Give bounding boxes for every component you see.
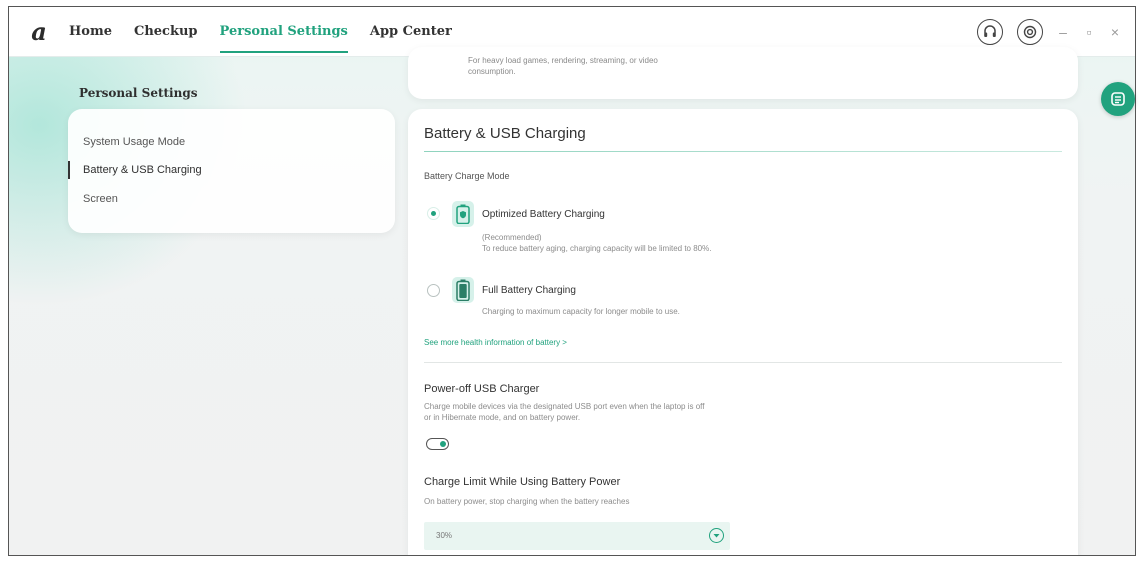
sidebar-item-battery-usb-charging[interactable]: Battery & USB Charging <box>83 164 202 176</box>
sidebar-item-screen[interactable]: Screen <box>83 193 118 205</box>
full-charging-radio[interactable] <box>427 284 440 297</box>
optimized-charging-title: Optimized Battery Charging <box>482 209 605 220</box>
performance-mode-card: For heavy load games, rendering, streami… <box>408 47 1078 99</box>
restore-icon[interactable]: ▫ <box>1083 24 1095 40</box>
usb-charger-desc: Charge mobile devices via the designated… <box>424 402 705 422</box>
optimized-charging-radio[interactable] <box>427 207 440 220</box>
sidebar-card: System Usage Mode Battery & USB Charging… <box>68 109 395 233</box>
charge-limit-value: 30% <box>436 531 453 540</box>
charge-mode-label: Battery Charge Mode <box>424 171 510 181</box>
settings-gear-icon[interactable] <box>1017 19 1043 45</box>
side-panel-toggle-icon[interactable] <box>1101 82 1135 116</box>
full-charging-desc: Charging to maximum capacity for longer … <box>482 307 680 316</box>
section-divider <box>424 362 1062 363</box>
charge-limit-desc: On battery power, stop charging when the… <box>424 497 630 506</box>
sidebar-active-indicator <box>68 161 70 179</box>
battery-health-link[interactable]: See more health information of battery > <box>424 338 567 347</box>
full-charging-title: Full Battery Charging <box>482 285 576 296</box>
app-logo: a <box>31 17 47 46</box>
sidebar-item-system-usage-mode[interactable]: System Usage Mode <box>83 136 185 148</box>
battery-shield-icon <box>452 201 474 227</box>
nav-personal-settings[interactable]: Personal Settings <box>219 7 349 57</box>
battery-usb-card: Battery & USB Charging Battery Charge Mo… <box>408 109 1078 555</box>
mode-description: For heavy load games, rendering, streami… <box>468 56 658 76</box>
close-icon[interactable]: × <box>1109 24 1121 40</box>
nav-home[interactable]: Home <box>69 7 112 57</box>
app-window: a Home Checkup Personal Settings App Cen… <box>8 6 1136 556</box>
charge-limit-select[interactable]: 30% <box>424 522 730 550</box>
battery-full-icon <box>452 277 474 303</box>
support-headset-icon[interactable] <box>977 19 1003 45</box>
minimize-icon[interactable]: – <box>1057 24 1069 40</box>
title-divider <box>424 151 1062 152</box>
charge-limit-title: Charge Limit While Using Battery Power <box>424 476 621 488</box>
usb-charger-toggle[interactable] <box>426 438 449 450</box>
nav-checkup[interactable]: Checkup <box>134 7 198 57</box>
section-title: Battery & USB Charging <box>424 125 586 142</box>
chevron-down-icon[interactable] <box>709 528 724 543</box>
optimized-charging-desc: (Recommended) To reduce battery aging, c… <box>482 233 712 253</box>
sidebar-title: Personal Settings <box>79 86 198 100</box>
usb-charger-title: Power-off USB Charger <box>424 383 540 395</box>
